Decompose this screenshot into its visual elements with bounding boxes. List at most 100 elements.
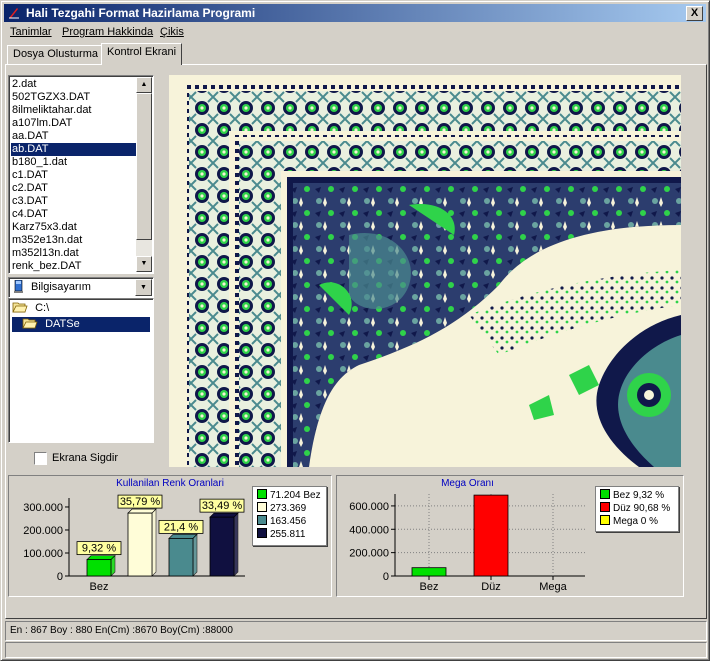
y-tick-label: 300.000 [23, 502, 63, 514]
bar-top [127, 508, 157, 514]
file-list-item[interactable]: renk_bez.DAT [12, 260, 86, 273]
dir-item-datse-label: DATSe [45, 318, 80, 330]
dir-item-c[interactable]: C:\ [12, 301, 49, 316]
file-list-item[interactable]: c3.DAT [12, 195, 52, 208]
bar [86, 559, 112, 577]
file-list-item[interactable]: aa.DAT [12, 130, 52, 143]
x-tick-label: Bez [90, 581, 109, 593]
menu-tanimlar[interactable]: Tanimlar [10, 26, 52, 38]
chevron-down-icon[interactable]: ▼ [135, 279, 152, 296]
app-window: Hali Tezgahi Format Hazirlama Programi X… [0, 0, 710, 661]
menu-program-hakkinda-label: Program Hakkinda [62, 26, 154, 38]
fit-to-screen-label: Ekrana Sigdir [52, 452, 119, 464]
status-text: En : 867 Boy : 880 En(Cm) :8670 Boy(Cm) … [10, 625, 233, 636]
y-tick-label: 600.000 [349, 501, 389, 513]
file-list-item[interactable]: ab.DAT [11, 143, 136, 156]
bar [473, 494, 509, 577]
legend-swatch [600, 515, 610, 525]
directory-list[interactable]: C:\ DATSe [8, 298, 154, 443]
title-bar[interactable]: Hali Tezgahi Format Hazirlama Programi X [4, 4, 706, 22]
data-label: 21,4 % [164, 521, 198, 533]
chart-mega-ratio-legend: Bez 9,32 % Düz 90,68 % Mega 0 % [595, 486, 679, 532]
drive-combobox[interactable]: Bilgisayarım ▼ [8, 277, 154, 298]
file-list-item[interactable]: 8ilmeliktahar.dat [12, 104, 96, 117]
chart-color-ratios: Kullanilan Renk Oranlari 0 100.000 200.000… [8, 475, 332, 597]
legend-label: 71.204 Bez [270, 490, 321, 501]
legend-entry: 71.204 Bez [257, 489, 321, 502]
close-button[interactable]: X [686, 6, 703, 21]
legend-label: Mega 0 % [613, 516, 659, 527]
window-title: Hali Tezgahi Format Hazirlama Programi [26, 6, 256, 20]
file-list-item[interactable]: c1.DAT [12, 169, 52, 182]
file-list-item[interactable]: c4.DAT [12, 208, 52, 221]
file-list-item[interactable]: c2.DAT [12, 182, 52, 195]
scroll-down-arrow-icon[interactable]: ▼ [136, 256, 152, 272]
carpet-pattern-image [169, 75, 681, 467]
y-tick-label: 100.000 [23, 548, 63, 560]
y-tick-label: 400.000 [349, 524, 389, 536]
y-tick-label: 200.000 [349, 548, 389, 560]
file-list-item[interactable]: Karz75x3.dat [12, 221, 81, 234]
file-list-item[interactable]: 2.dat [12, 78, 40, 91]
tab-dosya-olusturma[interactable]: Dosya Olusturma [7, 45, 104, 64]
y-tick-label: 0 [57, 571, 63, 583]
open-folder-icon [12, 302, 28, 313]
open-folder-icon [22, 318, 38, 329]
file-list[interactable]: 2.dat 502TGZX3.DAT 8ilmeliktahar.dat a107lm… [8, 75, 154, 274]
x-tick-label: Bez [420, 581, 439, 593]
bar-top [209, 512, 239, 518]
status-bar: En : 867 Boy : 880 En(Cm) :8670 Boy(Cm) … [5, 621, 707, 641]
menu-tanimlar-label: Tanimlar [10, 26, 52, 38]
fit-to-screen-checkbox[interactable] [34, 452, 47, 465]
x-tick-label: Düz [481, 581, 501, 593]
legend-swatch [257, 489, 267, 499]
file-list-item[interactable]: m352e13n.dat [12, 234, 86, 247]
tab-strip: Dosya Olusturma Kontrol Ekrani [7, 43, 707, 65]
legend-entry: Bez 9,32 % [600, 489, 664, 502]
file-list-item[interactable]: b180_1.dat [12, 156, 71, 169]
menu-cikis[interactable]: Çikis [160, 26, 184, 38]
scroll-up-arrow-icon[interactable]: ▲ [136, 77, 152, 93]
y-tick-label: 200.000 [23, 525, 63, 537]
bar-side [233, 512, 239, 577]
legend-entry: 273.369 [257, 502, 306, 515]
carpet-preview[interactable] [169, 75, 681, 467]
legend-swatch [257, 528, 267, 538]
data-label: 35,79 % [120, 496, 161, 508]
legend-entry: 163.456 [257, 515, 306, 528]
drive-label: Bilgisayarım [31, 281, 91, 293]
bar [411, 567, 447, 577]
dir-item-c-label: C:\ [35, 302, 50, 314]
legend-label: 163.456 [270, 516, 307, 527]
bar-side [192, 533, 198, 577]
bar-side [110, 554, 116, 577]
file-list-item[interactable]: a107lm.DAT [12, 117, 76, 130]
legend-entry: Düz 90,68 % [600, 502, 670, 515]
bar-top [86, 555, 116, 560]
menu-bar: Tanimlar Program Hakkinda Çikis [4, 23, 706, 41]
file-list-scrollbar[interactable]: ▲ ▼ [136, 77, 152, 272]
computer-icon [14, 280, 23, 293]
scroll-thumb[interactable] [136, 93, 152, 240]
data-label: 33,49 % [202, 500, 243, 512]
file-list-item[interactable]: m352l13n.dat [12, 247, 83, 260]
chart-mega-ratio: Mega Oranı 0 200.000 400.000 600.000 Bez Düz M… [336, 475, 684, 597]
app-icon [9, 8, 19, 19]
legend-swatch [600, 502, 610, 512]
legend-label: Düz 90,68 % [613, 503, 671, 514]
legend-label: 273.369 [270, 503, 307, 514]
legend-label: Bez 9,32 % [613, 490, 665, 501]
tab-kontrol-ekrani[interactable]: Kontrol Ekrani [101, 43, 183, 65]
status-bar-secondary [5, 642, 707, 658]
bar-side [151, 508, 157, 577]
chart-color-ratios-legend: 71.204 Bez 273.369 163.456 255.811 [252, 486, 327, 546]
file-list-item[interactable]: 502TGZX3.DAT [12, 91, 94, 104]
legend-swatch [600, 489, 610, 499]
dir-item-datse[interactable]: DATSe [12, 317, 150, 332]
legend-entry: 255.811 [257, 528, 305, 541]
menu-program-hakkinda[interactable]: Program Hakkinda [62, 26, 153, 38]
bar-top [168, 534, 198, 539]
legend-swatch [257, 515, 267, 525]
x-tick-label: Mega [539, 581, 567, 593]
data-label: 9,32 % [82, 543, 116, 555]
